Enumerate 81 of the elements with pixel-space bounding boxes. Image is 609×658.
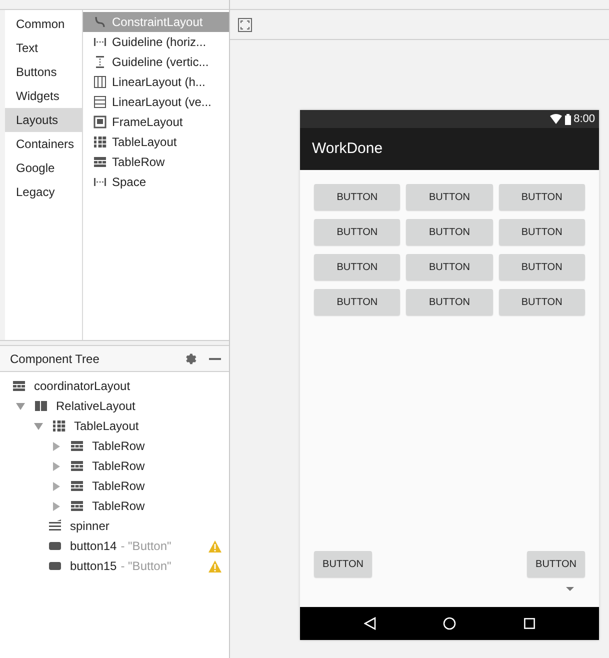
device-button[interactable]: BUTTON: [498, 254, 585, 280]
expand-arrow-icon[interactable]: [52, 482, 61, 490]
tree-item-label[interactable]: TableRow: [92, 477, 145, 495]
grid-icon: [52, 419, 66, 433]
battery-icon: [564, 114, 571, 124]
button-shape-icon: [48, 539, 62, 553]
columns-icon: [93, 75, 107, 89]
rows-icon: [93, 95, 107, 109]
device-button[interactable]: BUTTON: [498, 289, 585, 315]
table-row-icon: [70, 459, 84, 473]
tree-item-hint: - "Button": [120, 538, 172, 555]
palette-category[interactable]: Common: [5, 12, 82, 36]
tree-item-label[interactable]: RelativeLayout: [56, 397, 136, 415]
recents-icon[interactable]: [524, 618, 536, 629]
guideline-icon: [93, 55, 107, 69]
status-time: 8:00: [574, 112, 595, 127]
columns-icon: [34, 399, 48, 413]
palette-category[interactable]: Text: [5, 36, 82, 60]
expand-arrow-icon[interactable]: [52, 462, 61, 470]
palette-item[interactable]: LinearLayout (ve...: [83, 92, 229, 112]
tree-item-label[interactable]: TableRow: [92, 497, 145, 515]
device-button[interactable]: BUTTON: [498, 219, 585, 245]
palette-item[interactable]: Guideline (horiz...: [83, 32, 229, 52]
back-icon[interactable]: [364, 617, 376, 630]
palette-category[interactable]: Google: [5, 156, 82, 180]
table-row-icon: [70, 439, 84, 453]
device-button[interactable]: BUTTON: [314, 289, 400, 315]
tree-item-label[interactable]: TableRow: [92, 437, 145, 455]
tree-item-label[interactable]: TableRow: [92, 457, 145, 475]
warning-icon[interactable]: [208, 540, 222, 552]
device-button[interactable]: BUTTON: [406, 289, 493, 315]
frame-icon: [93, 115, 107, 129]
expand-arrow-icon[interactable]: [52, 442, 61, 450]
warning-icon[interactable]: [208, 560, 222, 572]
home-icon[interactable]: [443, 617, 456, 630]
tree-item-label[interactable]: button15: [70, 557, 117, 575]
table-row-icon: [70, 499, 84, 513]
grid-icon: [93, 135, 107, 149]
tree-item-label[interactable]: TableLayout: [74, 417, 139, 435]
button-shape-icon: [48, 559, 62, 573]
palette-item[interactable]: FrameLayout: [83, 112, 229, 132]
curve-icon: [93, 15, 107, 29]
wifi-icon: [550, 114, 562, 124]
tree-item-label[interactable]: coordinatorLayout: [34, 377, 130, 395]
device-button[interactable]: BUTTON: [314, 254, 400, 280]
palette-category[interactable]: Buttons: [5, 60, 82, 84]
palette-category[interactable]: Containers: [5, 132, 82, 156]
dropdown-arrow-icon[interactable]: [566, 587, 574, 591]
palette-category[interactable]: Widgets: [5, 84, 82, 108]
expand-arrow-icon[interactable]: [52, 502, 61, 510]
device-button[interactable]: BUTTON: [498, 184, 585, 210]
app-title: WorkDone: [312, 138, 383, 159]
spacer-icon: [93, 175, 107, 189]
list-icon: [48, 519, 62, 533]
device-button[interactable]: BUTTON: [406, 254, 493, 280]
palette-item[interactable]: TableRow: [83, 152, 229, 172]
device-button[interactable]: BUTTON: [527, 551, 585, 577]
palette-item[interactable]: TableLayout: [83, 132, 229, 152]
palette-category[interactable]: Legacy: [5, 180, 82, 204]
device-button[interactable]: BUTTON: [314, 551, 372, 577]
device-button[interactable]: BUTTON: [406, 184, 493, 210]
tree-item-label[interactable]: spinner: [70, 517, 110, 535]
spacer-icon: [93, 35, 107, 49]
collapse-arrow-icon[interactable]: [34, 422, 43, 430]
minimize-icon[interactable]: [209, 358, 221, 360]
device-button[interactable]: BUTTON: [314, 184, 400, 210]
settings-icon[interactable]: [184, 352, 197, 365]
palette-item[interactable]: Space: [83, 172, 229, 192]
panel-title: Component Tree: [10, 350, 100, 368]
device-button[interactable]: BUTTON: [406, 219, 493, 245]
palette-category[interactable]: Layouts: [5, 108, 82, 132]
table-row-icon: [12, 379, 26, 393]
fit-screen-icon[interactable]: [238, 18, 252, 32]
collapse-arrow-icon[interactable]: [16, 402, 25, 410]
table-row-icon: [93, 155, 107, 169]
palette-item[interactable]: LinearLayout (h...: [83, 72, 229, 92]
tree-item-label[interactable]: button14: [70, 537, 117, 555]
table-row-icon: [70, 479, 84, 493]
tree-item-hint: - "Button": [120, 558, 172, 575]
device-button[interactable]: BUTTON: [314, 219, 400, 245]
palette-item[interactable]: Guideline (vertic...: [83, 52, 229, 72]
